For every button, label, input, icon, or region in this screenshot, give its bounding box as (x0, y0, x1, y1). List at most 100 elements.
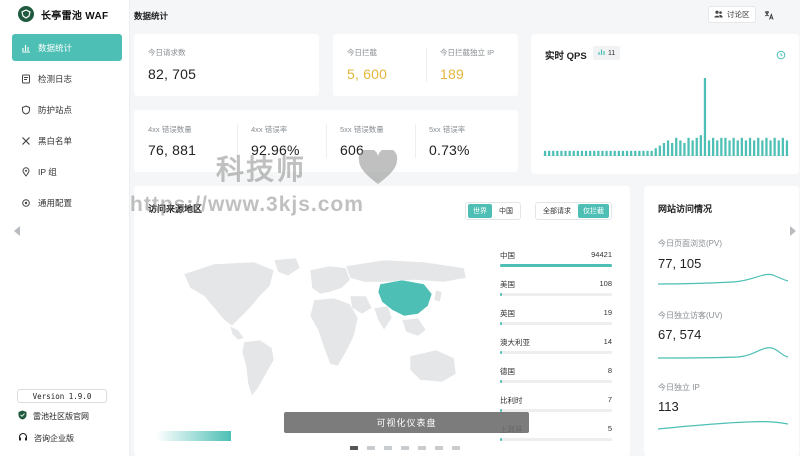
qps-bar (765, 137, 768, 156)
sidebar-item-sites[interactable]: 防护站点 (12, 96, 122, 123)
divider (415, 124, 416, 158)
map-region-greenland (273, 257, 301, 277)
stat-label: 今日拦截独立 IP (440, 48, 495, 57)
qps-bar (773, 137, 776, 156)
carousel-dot[interactable] (418, 446, 426, 450)
sidebar-item-label: IP 组 (38, 166, 57, 177)
carousel-dot[interactable] (350, 446, 358, 450)
map-region-north-america (183, 261, 275, 327)
qps-bar (564, 150, 567, 156)
world-map[interactable] (174, 256, 474, 406)
pv-sparkline (658, 273, 788, 285)
qps-bar (728, 140, 731, 156)
stat-label: 4xx 错误数量 (148, 125, 192, 134)
divider (237, 124, 238, 158)
sidebar-item-logs[interactable]: 检测日志 (12, 65, 122, 92)
carousel-dot[interactable] (435, 446, 443, 450)
country-count: 94421 (591, 250, 612, 259)
qps-bar (560, 150, 563, 156)
map-region-russia (345, 259, 467, 283)
qps-bar (621, 150, 625, 156)
bar-chart-icon (21, 43, 31, 53)
stat-label: 今日拦截 (347, 48, 377, 57)
divider (426, 48, 427, 82)
sidebar-item-ip-group[interactable]: IP 组 (12, 158, 122, 185)
users-icon (714, 10, 723, 20)
qps-bar (662, 143, 666, 156)
carousel-dot[interactable] (401, 446, 409, 450)
stat-value: 82, 705 (148, 66, 197, 82)
map-region-australia (409, 349, 457, 383)
sidebar-item-blacklist[interactable]: 黑白名单 (12, 127, 122, 154)
carousel-dot[interactable] (384, 446, 392, 450)
collapse-left-arrow-icon[interactable] (14, 226, 20, 236)
qps-bar (589, 150, 592, 156)
translate-icon[interactable] (760, 6, 778, 23)
country-bar-track (500, 322, 612, 325)
mini-bar-chart-icon (598, 49, 605, 57)
country-name: 美国 (500, 280, 515, 289)
sidebar-item-label: 数据统计 (38, 42, 73, 53)
country-count: 7 (607, 395, 612, 404)
country-name: 德国 (500, 367, 515, 376)
forum-button[interactable]: 讨论区 (708, 6, 756, 23)
map-region-europe (309, 265, 351, 295)
stat-value: 76, 881 (148, 142, 197, 158)
qps-badge-value: 11 (608, 49, 616, 57)
qps-bar (683, 143, 686, 156)
qps-bar (769, 140, 772, 156)
stat-value: 5, 600 (347, 66, 388, 82)
qps-bar (748, 137, 752, 156)
map-region-africa (309, 297, 359, 367)
enterprise-link-label: 咨询企业版 (34, 433, 74, 443)
qps-bar (658, 145, 661, 156)
country-bar-track (500, 293, 612, 296)
qps-bar (695, 137, 698, 156)
tab-china[interactable]: 中国 (494, 204, 518, 218)
qps-bar (576, 150, 579, 156)
uv-label: 今日独立访客(UV) (658, 311, 723, 320)
community-link[interactable]: 雷池社区版官网 (18, 410, 89, 422)
qps-bar (572, 150, 575, 156)
sidebar-item-label: 检测日志 (38, 73, 73, 84)
qps-bar (691, 140, 694, 156)
qps-bar (679, 140, 682, 156)
refresh-icon[interactable] (776, 47, 786, 65)
stat-label: 今日请求数 (148, 48, 186, 57)
carousel-dot[interactable] (367, 446, 375, 450)
map-region-south-america (241, 339, 275, 397)
map-region-india (373, 305, 393, 331)
tab-all-requests[interactable]: 全部请求 (538, 204, 576, 218)
country-bar-fill (500, 438, 502, 441)
qps-bar (630, 150, 633, 156)
collapse-right-arrow-icon[interactable] (790, 226, 796, 236)
tab-world[interactable]: 世界 (468, 204, 492, 218)
stat-value: 0.73% (429, 142, 470, 158)
qps-bar (757, 137, 760, 156)
country-bar-track (500, 438, 612, 441)
uv-value: 67, 574 (658, 327, 702, 342)
sidebar-item-settings[interactable]: 通用配置 (12, 189, 122, 216)
country-count: 8 (607, 366, 612, 375)
carousel-dot[interactable] (452, 446, 460, 450)
country-bar-track (500, 264, 612, 267)
qps-bar (609, 150, 612, 156)
qps-bar (781, 137, 784, 156)
qps-bar (584, 150, 588, 156)
qps-bar (687, 137, 690, 156)
qps-bar (552, 150, 555, 156)
stat-label: 5xx 错误数量 (340, 125, 384, 134)
qps-bar (638, 150, 641, 156)
qps-bar (671, 143, 674, 156)
error-stats-card: 4xx 错误数量 76, 881 4xx 错误率 92.96% 5xx 错误数量… (134, 110, 518, 172)
slide-caption: 可视化仪表盘 (284, 412, 529, 433)
stat-value: 92.96% (251, 142, 300, 158)
enterprise-link[interactable]: 咨询企业版 (18, 432, 74, 444)
brand[interactable]: 长亭雷池 WAF (18, 6, 108, 22)
gear-icon (21, 198, 31, 208)
map-region-japan (433, 289, 443, 303)
tab-blocked-only[interactable]: 仅拦截 (578, 204, 609, 218)
sidebar-item-dashboard[interactable]: 数据统计 (12, 34, 122, 61)
qps-bar (777, 140, 780, 156)
country-bar-fill (500, 293, 503, 296)
